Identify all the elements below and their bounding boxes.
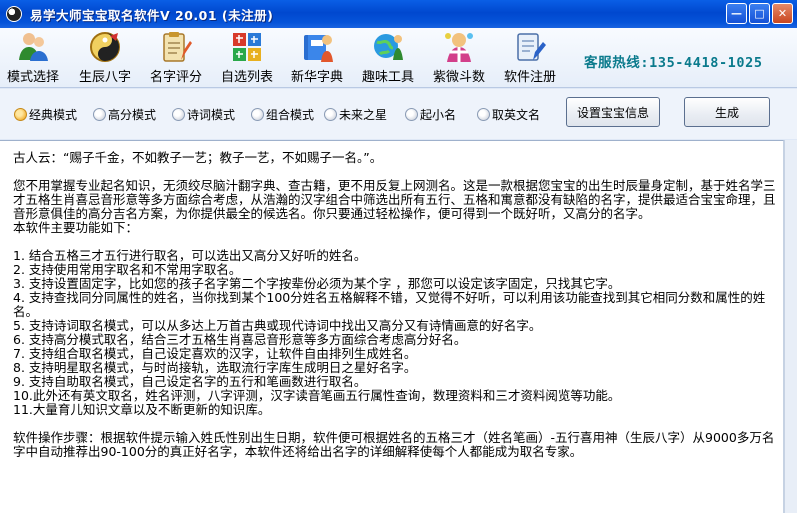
ancient-quote: 古人云：“赐子千金，不如教子一艺；教子一艺，不如赐子一名。”。 <box>13 150 383 165</box>
radio-indicator <box>477 108 490 121</box>
close-button[interactable]: ✕ <box>772 3 793 24</box>
radio-indicator <box>172 108 185 121</box>
toolbar-mode-select[interactable]: 模式选择 <box>7 30 59 86</box>
toolbar-label: 紫微斗数 <box>433 70 486 85</box>
minimize-button[interactable]: — <box>726 3 747 24</box>
globe-person-icon <box>374 34 403 60</box>
radio-english-name-mode[interactable]: 取英文名 <box>477 106 540 123</box>
toolbar-register[interactable]: 软件注册 <box>504 30 556 86</box>
title-bar: 易学大师宝宝取名软件V 20.01 (未注册) — □ ✕ <box>0 0 797 28</box>
radio-poetry-mode[interactable]: 诗词模式 <box>172 106 235 123</box>
window-title: 易学大师宝宝取名软件V 20.01 (未注册) <box>30 7 274 23</box>
radio-selected-indicator <box>14 108 27 121</box>
clipboard-pencil-icon <box>163 32 192 62</box>
radio-label: 高分模式 <box>108 108 157 122</box>
maximize-button[interactable]: □ <box>749 3 770 24</box>
taiji-app-icon <box>6 6 22 22</box>
radio-indicator <box>251 108 264 121</box>
radio-label: 组合模式 <box>266 108 315 122</box>
radio-label: 经典模式 <box>29 108 78 122</box>
dictionary-icon <box>304 35 333 62</box>
toolbar-label: 生辰八字 <box>79 70 132 85</box>
register-notepad-icon <box>517 33 546 61</box>
zodiac-person-icon <box>445 33 473 62</box>
radio-future-star-mode[interactable]: 未来之星 <box>324 106 387 123</box>
set-baby-info-button[interactable]: 设置宝宝信息 <box>566 97 660 127</box>
feature-list: 1. 结合五格三才五行进行取名，可以选出又高分又好听的姓名。 2. 支持使用常用… <box>13 248 766 417</box>
toolbar-label: 新华字典 <box>291 70 344 85</box>
description-textarea[interactable]: 古人云：“赐子千金，不如教子一艺；教子一艺，不如赐子一名。”。 您不用掌握专业起… <box>0 140 784 513</box>
toolbar-fun-tools[interactable]: 趣味工具 <box>362 30 414 86</box>
radio-indicator <box>324 108 337 121</box>
radio-label: 起小名 <box>420 108 457 122</box>
radio-classic-mode[interactable]: 经典模式 <box>14 106 77 123</box>
radio-label: 取英文名 <box>492 108 541 122</box>
mode-selector: 经典模式 高分模式 诗词模式 组合模式 未来之星 起小名 取英文名 设置宝宝信息… <box>0 89 797 139</box>
toolbar-ziwei[interactable]: 紫微斗数 <box>433 30 485 86</box>
toolbar-label: 模式选择 <box>7 70 60 85</box>
toolbar-label: 软件注册 <box>504 70 557 85</box>
generate-button[interactable]: 生成 <box>684 97 770 127</box>
toolbar-dictionary[interactable]: 新华字典 <box>291 30 343 86</box>
toolbar-name-score[interactable]: 名字评分 <box>150 30 202 86</box>
radio-indicator <box>405 108 418 121</box>
toolbar-label: 名字评分 <box>150 70 203 85</box>
radio-nickname-mode[interactable]: 起小名 <box>405 106 456 123</box>
bagua-icon <box>90 32 120 62</box>
radio-high-score-mode[interactable]: 高分模式 <box>93 106 156 123</box>
toolbar-custom-list[interactable]: 自选列表 <box>221 30 273 86</box>
toolbar-bazi[interactable]: 生辰八字 <box>79 30 131 86</box>
radio-label: 未来之星 <box>339 108 388 122</box>
customer-hotline: 客服热线:135-4418-1025 <box>584 55 763 71</box>
radio-indicator <box>93 108 106 121</box>
toolbar-label: 自选列表 <box>221 70 274 85</box>
radio-label: 诗词模式 <box>187 108 236 122</box>
window-controls: — □ ✕ <box>726 3 793 24</box>
character-list-icon <box>233 33 261 61</box>
toolbar-label: 趣味工具 <box>362 70 415 85</box>
people-icon <box>19 33 48 61</box>
radio-combination-mode[interactable]: 组合模式 <box>251 106 314 123</box>
vertical-scrollbar[interactable] <box>784 140 797 513</box>
intro-paragraph: 您不用掌握专业起名知识，无须绞尽脑汁翻字典、查古籍，更不用反复上网测名。这是一款… <box>13 178 776 235</box>
operation-steps: 软件操作步骤：根据软件提示输入姓氏性别出生日期，软件便可根据姓名的五格三才（姓名… <box>13 430 775 459</box>
